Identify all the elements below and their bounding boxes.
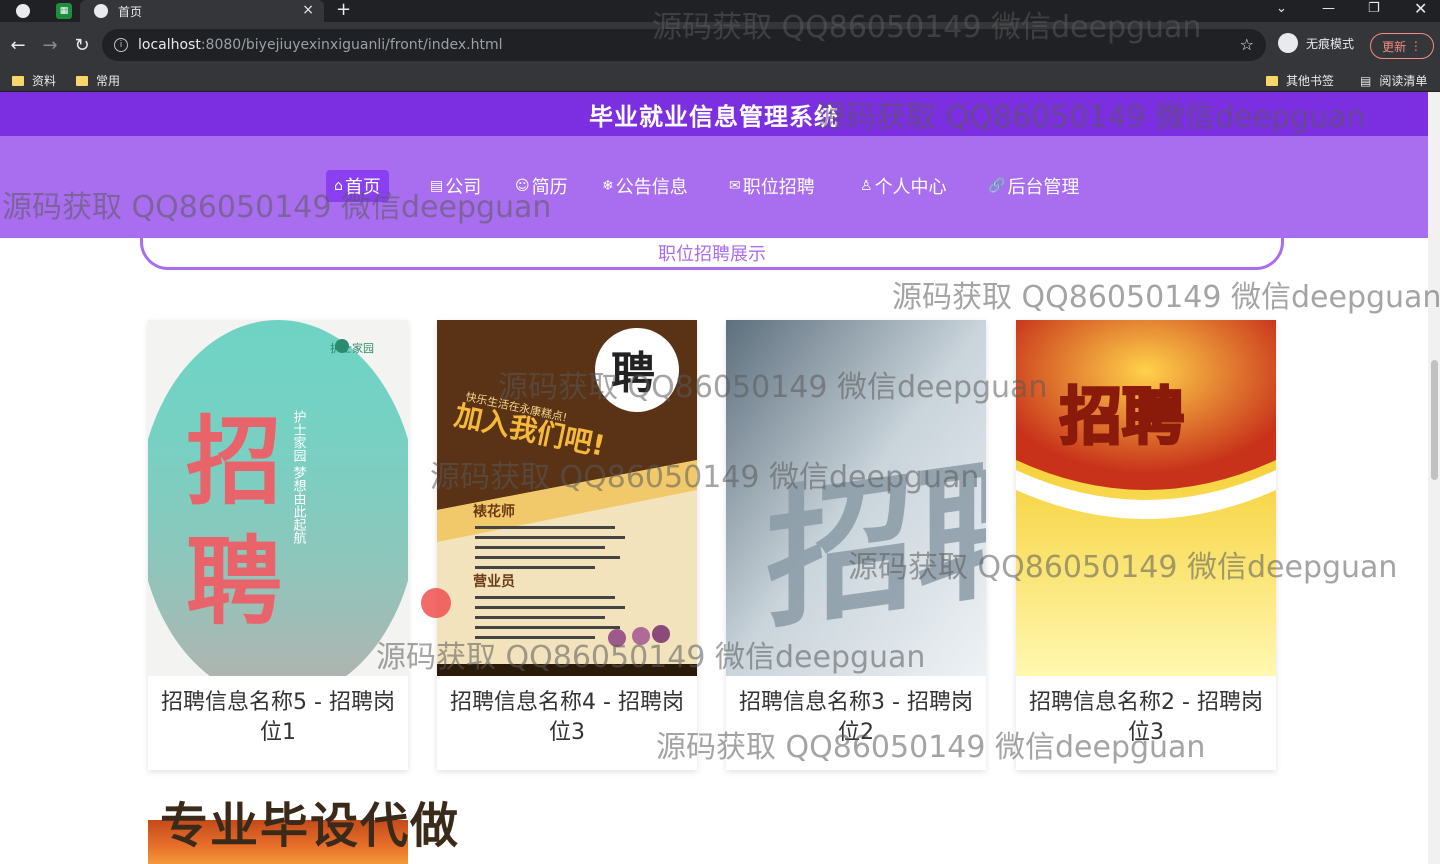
close-window-button[interactable]: ✕	[1414, 0, 1427, 18]
bookmark-label: 资料	[32, 74, 57, 88]
close-tab-icon[interactable]: ×	[302, 2, 314, 18]
update-button[interactable]: 更新 ⋮	[1370, 33, 1434, 59]
new-tab-button[interactable]: +	[336, 0, 351, 20]
building-icon: ▤	[430, 178, 444, 194]
reading-list-icon: ▤	[1360, 73, 1372, 88]
restore-button[interactable]: ❐	[1368, 0, 1380, 18]
big-text: 招聘	[1060, 380, 1184, 453]
reading-list[interactable]: ▤ 阅读清单	[1360, 72, 1427, 89]
job-card-caption[interactable]: 招聘信息名称5 - 招聘岗位1	[158, 688, 398, 748]
job-card-caption[interactable]: 招聘信息名称4 - 招聘岗位3	[447, 688, 687, 748]
nav-label: 公告信息	[615, 177, 688, 198]
site-title: 毕业就业信息管理系统	[589, 102, 839, 131]
mail-icon: ✉	[729, 178, 741, 194]
job-card[interactable]: 招聘 招聘信息名称3 - 招聘岗位2	[726, 320, 986, 770]
bookmarks-bar: 资料 常用 其他书签 ▤ 阅读清单	[0, 68, 1440, 92]
job-title-1: 裱花师	[473, 503, 515, 520]
folder-icon	[1266, 75, 1278, 86]
sheets-tab-icon[interactable]: ▦	[56, 3, 72, 19]
back-button[interactable]: ←	[2, 35, 34, 56]
nav-resume[interactable]: ☺ 简历	[507, 170, 576, 202]
incognito-icon	[1278, 33, 1298, 53]
nav-home[interactable]: ⌂ 首页	[326, 170, 389, 202]
nav-label: 公司	[445, 177, 482, 198]
folder-icon	[76, 75, 88, 86]
job-card-image[interactable]: 招聘	[1016, 320, 1276, 676]
bookmark-label: 常用	[96, 74, 121, 88]
vertical-slogan: 护士家园 梦想由此起航	[291, 410, 307, 546]
promo-title: 专业毕设代做	[160, 798, 461, 854]
job-card[interactable]: 招聘 招聘信息名称2 - 招聘岗位3	[1016, 320, 1276, 770]
snowflake-icon: ❄	[602, 178, 614, 194]
bubble-text: 聘	[611, 348, 655, 399]
section-header: 职位招聘展示	[140, 238, 1284, 270]
other-bookmarks[interactable]: 其他书签	[1266, 72, 1334, 89]
svg-text:聘: 聘	[186, 526, 282, 638]
job-card[interactable]: 护士家园 招 聘 护士家园 梦想由此起航 招聘信息名称5 - 招聘岗位1	[148, 320, 408, 770]
update-label: 更新	[1382, 39, 1407, 54]
nav-profile[interactable]: ♙ 个人中心	[852, 170, 955, 202]
job-card-caption[interactable]: 招聘信息名称2 - 招聘岗位3	[1026, 688, 1266, 748]
incognito-indicator[interactable]: 无痕模式	[1278, 33, 1354, 53]
svg-text:招: 招	[186, 406, 282, 518]
job-card[interactable]: 聘 快乐生活在永康糕点! 加入我们吧! 裱花师 营业员 招聘信息名称4 - 招聘…	[437, 320, 697, 770]
nav-label: 后台管理	[1007, 177, 1080, 198]
nav-label: 简历	[531, 177, 568, 198]
nav-label: 首页	[344, 177, 381, 198]
job-card-image[interactable]: 护士家园 招 聘 护士家园 梦想由此起航	[148, 320, 408, 676]
url-field[interactable]: i localhost:8080/biyejiuyexinxiguanli/fr…	[102, 29, 1266, 61]
tab-search-icon[interactable]: ⌄	[1276, 0, 1287, 18]
home-icon: ⌂	[334, 178, 343, 194]
job-card-image[interactable]: 聘 快乐生活在永康糕点! 加入我们吧! 裱花师 营业员	[437, 320, 697, 676]
nav-label: 个人中心	[874, 177, 947, 198]
minimize-button[interactable]: —	[1322, 0, 1335, 18]
reload-button[interactable]: ↻	[66, 35, 98, 56]
globe-icon	[94, 4, 108, 18]
main-nav: ⌂ 首页 ▤ 公司 ☺ 简历 ❄ 公告信息 ✉ 职位招聘 ♙ 个人中心 🔗 后台管理	[0, 136, 1428, 238]
job-title-2: 营业员	[473, 573, 515, 590]
scrollbar-thumb[interactable]	[1431, 360, 1438, 480]
link-icon: 🔗	[988, 178, 1006, 194]
job-card-image[interactable]: 招聘	[726, 320, 986, 676]
palette-icon: ☺	[515, 178, 530, 194]
user-icon: ♙	[860, 178, 873, 194]
nav-admin[interactable]: 🔗 后台管理	[980, 170, 1087, 202]
page-viewport: 毕业就业信息管理系统 ⌂ 首页 ▤ 公司 ☺ 简历 ❄ 公告信息 ✉ 职位招聘 ♙ 个人中心…	[0, 92, 1428, 864]
job-card-caption[interactable]: 招聘信息名称3 - 招聘岗位2	[736, 688, 976, 748]
url-host: localhost	[138, 37, 201, 53]
bookmark-label: 其他书签	[1286, 74, 1335, 88]
active-tab[interactable]: 首页 ×	[80, 0, 324, 22]
nav-jobs[interactable]: ✉ 职位招聘	[721, 170, 823, 202]
site-info-icon[interactable]: i	[114, 38, 128, 52]
site-header: 毕业就业信息管理系统	[0, 92, 1428, 136]
nav-company[interactable]: ▤ 公司	[422, 170, 489, 202]
forward-button[interactable]: →	[34, 35, 66, 56]
folder-icon	[12, 75, 24, 86]
browser-app-icon[interactable]	[16, 4, 30, 18]
bookmark-label: 阅读清单	[1379, 74, 1428, 88]
cursor-highlight	[421, 588, 451, 618]
incognito-label: 无痕模式	[1306, 36, 1355, 51]
nav-notice[interactable]: ❄ 公告信息	[594, 170, 696, 202]
bookmark-star-icon[interactable]: ☆	[1240, 35, 1254, 54]
section-title: 职位招聘展示	[658, 243, 766, 265]
nav-label: 职位招聘	[742, 177, 815, 198]
bookmark-folder-1[interactable]: 资料	[12, 72, 56, 89]
bookmark-folder-2[interactable]: 常用	[76, 72, 120, 89]
tab-title: 首页	[118, 4, 143, 19]
url-path: :8080/biyejiuyexinxiguanli/front/index.h…	[200, 37, 503, 53]
